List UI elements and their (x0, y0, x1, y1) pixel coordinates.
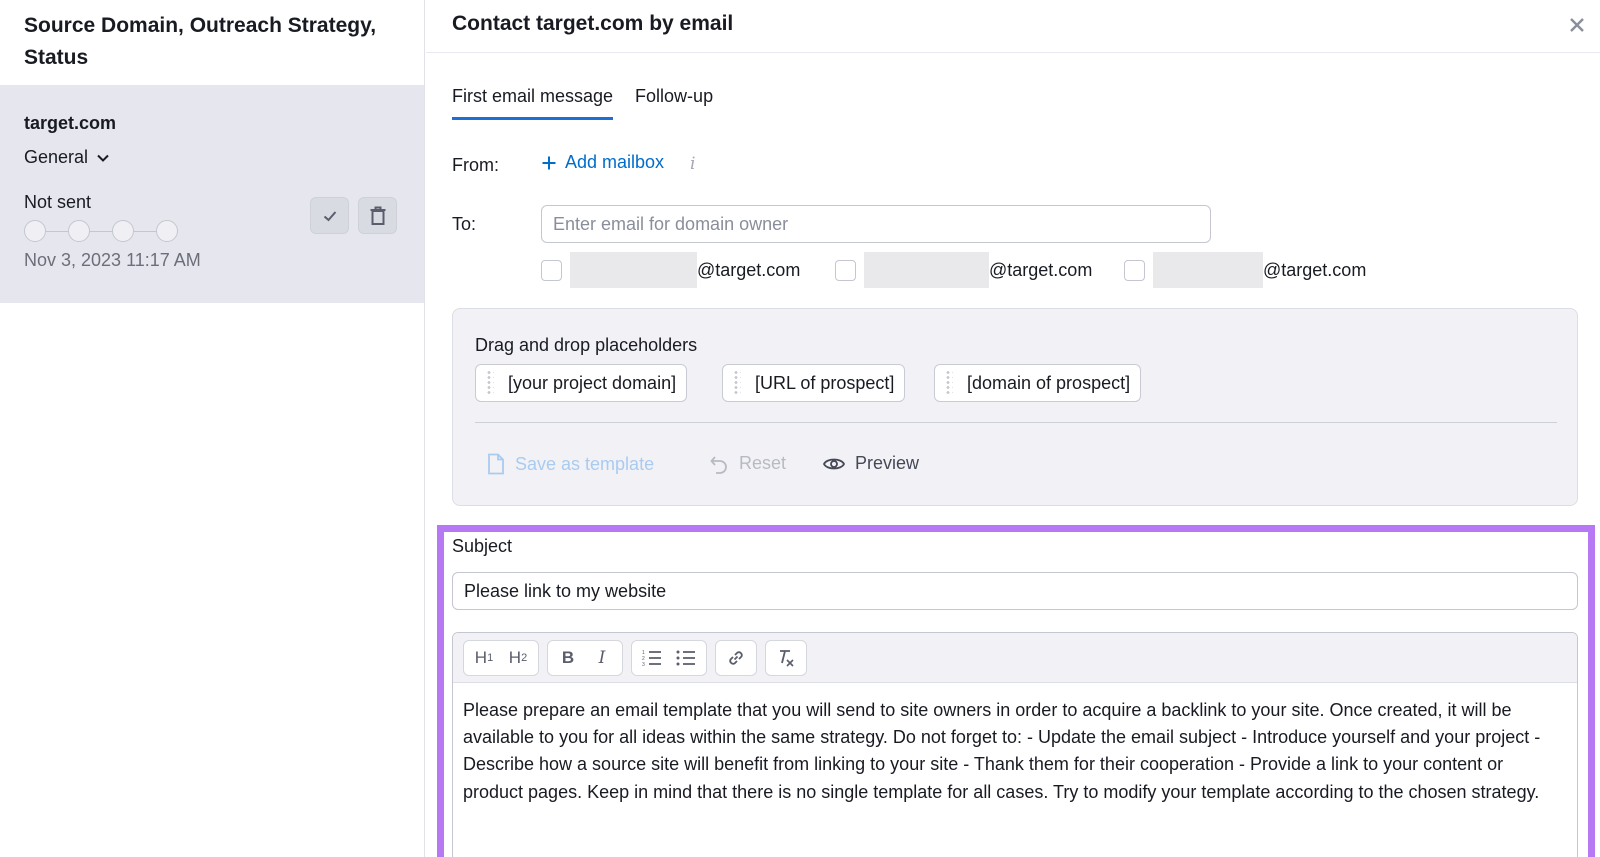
header-divider (426, 52, 1600, 53)
recipient-candidate: @target.com (541, 252, 800, 288)
candidate-checkbox[interactable] (835, 259, 856, 281)
dialog-title: Contact target.com by email (452, 12, 734, 35)
check-icon (323, 210, 336, 221)
strategy-label: General (24, 147, 89, 167)
redacted-email-name (570, 252, 697, 288)
step-dot (112, 220, 134, 242)
save-template-button[interactable]: Save as template (487, 453, 654, 475)
add-mailbox-label: Add mailbox (565, 152, 665, 172)
drag-handle-icon[interactable] (945, 370, 953, 396)
info-icon[interactable]: i (690, 154, 695, 174)
drag-handle-icon[interactable] (486, 370, 494, 396)
to-label: To: (452, 214, 477, 234)
close-icon[interactable] (1566, 14, 1588, 36)
drag-handle-icon[interactable] (733, 370, 741, 396)
step-dot (68, 220, 90, 242)
save-template-label: Save as template (515, 453, 655, 474)
highlight-frame (437, 525, 1595, 857)
recipient-email-input[interactable] (541, 205, 1211, 243)
status-date: Nov 3, 2023 11:17 AM (24, 250, 201, 270)
placeholders-title: Drag and drop placeholders (475, 335, 698, 355)
from-label: From: (452, 155, 499, 175)
candidate-email-suffix: @target.com (989, 259, 1093, 280)
delete-button[interactable] (358, 197, 397, 234)
candidate-checkbox[interactable] (1124, 259, 1145, 281)
placeholder-chip-label: [domain of prospect] (967, 372, 1131, 393)
add-mailbox-button[interactable]: Add mailbox (541, 152, 664, 173)
status-steps (24, 220, 178, 242)
reset-label: Reset (739, 453, 787, 473)
prospect-card[interactable]: target.com General Not sent Nov 3, 2023 … (0, 85, 424, 303)
message-tabs: First email message Follow-up (452, 86, 713, 120)
placeholder-chip-label: [URL of prospect] (755, 372, 895, 393)
status-text: Not sent (24, 192, 92, 212)
step-dot (156, 220, 178, 242)
redacted-email-name (1153, 252, 1263, 288)
recipient-candidate: @target.com (1124, 252, 1366, 288)
left-panel-header: Source Domain, Outreach Strategy, Status (24, 14, 377, 69)
placeholders-divider (475, 422, 1557, 423)
placeholder-chip-label: [your project domain] (508, 372, 677, 393)
candidate-email-suffix: @target.com (1263, 259, 1367, 280)
redacted-email-name (864, 252, 989, 288)
left-panel: Source Domain, Outreach Strategy, Status… (0, 0, 425, 857)
placeholder-chip[interactable]: [your project domain] (475, 364, 688, 402)
eye-icon (823, 458, 845, 469)
candidate-checkbox[interactable] (541, 259, 562, 281)
placeholder-chip[interactable]: [domain of prospect] (934, 364, 1142, 402)
plus-icon (542, 156, 556, 169)
step-line (90, 230, 112, 232)
recipient-candidate: @target.com (835, 252, 1092, 288)
prospect-domain: target.com (24, 113, 117, 133)
placeholders-panel: Drag and drop placeholders [your project… (452, 308, 1578, 506)
placeholder-chip[interactable]: [URL of prospect] (722, 364, 906, 402)
mark-done-button[interactable] (310, 197, 349, 234)
step-line (46, 230, 68, 232)
strategy-dropdown[interactable]: General (24, 147, 110, 168)
candidate-email-suffix: @target.com (697, 259, 801, 280)
trash-icon (370, 206, 385, 225)
step-line (134, 230, 156, 232)
reset-button[interactable]: Reset (709, 453, 786, 474)
step-dot (24, 220, 46, 242)
preview-button[interactable]: Preview (823, 453, 919, 474)
chevron-down-icon (97, 154, 109, 162)
tab-first-email[interactable]: First email message (452, 86, 614, 120)
preview-label: Preview (855, 453, 920, 473)
document-icon (488, 453, 504, 475)
undo-icon (710, 455, 727, 474)
tab-follow-up[interactable]: Follow-up (635, 86, 713, 120)
